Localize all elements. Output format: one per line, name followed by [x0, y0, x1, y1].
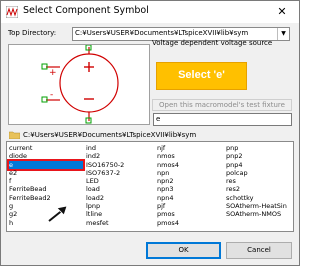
list-item[interactable]: ind [86, 144, 156, 152]
list-item[interactable]: mesfet [86, 219, 156, 227]
list-column-3: njf nmos nmos4 npn npn2 npn3 npn4 pjf pm… [157, 144, 221, 227]
title-bar: Select Component Symbol ✕ [1, 1, 299, 23]
list-item[interactable]: ISO7637-2 [86, 169, 156, 177]
list-item[interactable]: load2 [86, 194, 156, 202]
list-item[interactable]: npn [157, 169, 221, 177]
list-item[interactable]: FerriteBead2 [9, 194, 83, 202]
list-item[interactable]: npn3 [157, 185, 221, 193]
current-path: C:¥Users¥USER¥Documents¥LTspiceXVII¥lib¥… [23, 131, 197, 139]
list-item[interactable]: pnp [226, 144, 292, 152]
search-value: e [156, 115, 161, 123]
list-item[interactable]: ind2 [86, 152, 156, 160]
arrow-icon [47, 205, 68, 223]
list-item[interactable]: SOAtherm-HeatSin [226, 202, 292, 210]
ok-button[interactable]: OK [146, 242, 221, 259]
folder-icon [9, 131, 20, 139]
callout-text: Select 'e' [178, 69, 225, 81]
list-item[interactable]: SOAtherm-NMOS [226, 210, 292, 218]
ltspice-app-icon [6, 6, 18, 18]
list-column-2: ind ind2 ISO16750-2 ISO7637-2 LED load l… [86, 144, 156, 227]
list-item[interactable]: schottky [226, 194, 292, 202]
list-item[interactable]: current [9, 144, 83, 152]
list-item[interactable]: FerriteBead [9, 185, 83, 193]
list-item[interactable]: pmos4 [157, 219, 221, 227]
select-component-dialog: Select Component Symbol ✕ Top Directory:… [0, 0, 300, 266]
top-directory-label: Top Directory: [8, 29, 57, 37]
component-description: Voltage dependent voltage source [152, 39, 273, 47]
list-item[interactable]: pjf [157, 202, 221, 210]
chevron-down-icon[interactable]: ▼ [277, 28, 289, 40]
list-item[interactable]: lpnp [86, 202, 156, 210]
list-item[interactable]: f [9, 177, 83, 185]
cancel-button[interactable]: Cancel [226, 242, 292, 259]
list-item[interactable]: res2 [226, 185, 292, 193]
list-item[interactable]: pmos [157, 210, 221, 218]
instruction-callout: Select 'e' [156, 62, 247, 90]
list-item[interactable]: nmos [157, 152, 221, 160]
list-item-selected[interactable]: e [7, 158, 85, 171]
close-icon[interactable]: ✕ [271, 5, 293, 19]
svg-text:-: - [50, 90, 53, 100]
list-item[interactable]: load [86, 185, 156, 193]
symbol-preview: + - [8, 44, 150, 125]
list-item[interactable]: e2 [9, 169, 83, 177]
list-item[interactable]: npn2 [157, 177, 221, 185]
window-title: Select Component Symbol [23, 5, 149, 16]
list-item[interactable]: polcap [226, 169, 292, 177]
list-item[interactable]: ltline [86, 210, 156, 218]
list-item[interactable]: diode [9, 152, 83, 160]
list-item[interactable]: nmos4 [157, 161, 221, 169]
search-input[interactable]: e [153, 113, 292, 126]
list-item[interactable]: res [226, 177, 292, 185]
list-item[interactable]: njf [157, 144, 221, 152]
list-item[interactable]: npn4 [157, 194, 221, 202]
list-item[interactable]: LED [86, 177, 156, 185]
top-directory-value: C:¥Users¥USER¥Documents¥LTspiceXVII¥lib¥… [75, 29, 249, 37]
voltage-source-symbol: + - [41, 44, 119, 124]
list-column-4: pnp pnp2 pnp4 polcap res res2 schottky S… [226, 144, 292, 219]
open-test-fixture-button[interactable]: Open this macromodel's test fixture [152, 99, 292, 111]
list-item[interactable]: ISO16750-2 [86, 161, 156, 169]
list-item[interactable]: pnp4 [226, 161, 292, 169]
svg-text:+: + [49, 68, 57, 78]
list-item[interactable]: pnp2 [226, 152, 292, 160]
